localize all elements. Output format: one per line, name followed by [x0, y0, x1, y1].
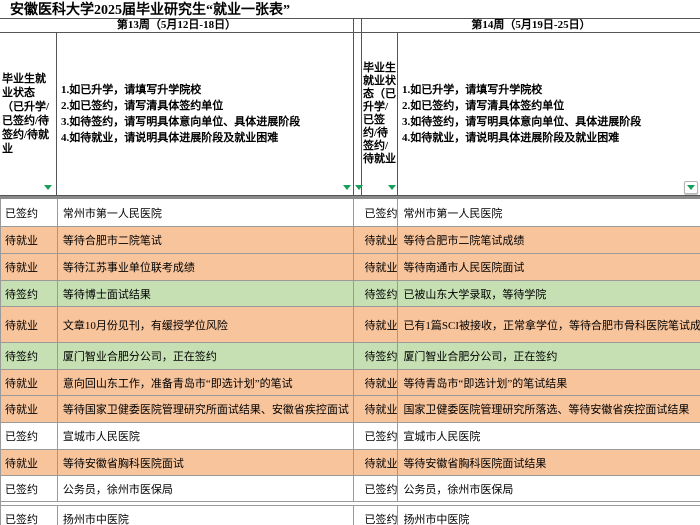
detail-cell-left[interactable]: 公务员，徐州市医保局 [58, 476, 355, 501]
week-header-right[interactable]: 第14周（5月19日-25日） [362, 19, 700, 32]
table-row: 已签约宣城市人民医院已签约宣城市人民医院 [1, 423, 700, 450]
table-row: 待签约等待博士面试结果待签约已被山东大学录取，等待学院 [1, 281, 700, 307]
status-cell-right[interactable]: 已签约 [354, 423, 398, 449]
status-column-header-right[interactable]: 毕业生就业状态（已升学/已签约/待签约/待就业 [362, 33, 398, 195]
detail-cell-right[interactable]: 等待青岛市“即选计划”的笔试结果 [398, 370, 700, 395]
status-cell-right[interactable]: 待就业 [354, 450, 398, 475]
detail-cell-right[interactable]: 等待合肥市二院笔试成绩 [398, 227, 700, 253]
page-title: 安徽医科大学2025届毕业研究生“就业一张表” [0, 0, 290, 19]
detail-cell-left[interactable]: 等待博士面试结果 [58, 281, 355, 306]
table-row: 待就业等待江苏事业单位联考成绩待就业等待南通市人民医院面试 [1, 254, 700, 281]
status-cell-left[interactable]: 已签约 [1, 476, 58, 501]
filter-dropdown-icon [687, 185, 695, 190]
detail-cell-right[interactable]: 扬州市中医院 [398, 506, 700, 525]
detail-cell-left[interactable]: 宣城市人民医院 [58, 423, 355, 449]
status-cell-left[interactable]: 待就业 [1, 307, 58, 342]
detail-cell-left[interactable]: 文章10月份见刊，有缓授学位风险 [58, 307, 355, 342]
detail-cell-left[interactable]: 意向回山东工作，准备青岛市“即选计划”的笔试 [58, 370, 355, 395]
detail-cell-right[interactable]: 国家卫健委医院管理研究所落选、等待安徽省疾控面试结果 [398, 396, 700, 422]
week-spacer-cell [354, 19, 362, 32]
table-row: 待就业意向回山东工作，准备青岛市“即选计划”的笔试待就业等待青岛市“即选计划”的… [1, 370, 700, 396]
status-cell-left[interactable]: 待就业 [1, 396, 58, 422]
filter-dropdown-icon[interactable] [388, 185, 396, 190]
status-cell-right[interactable]: 待就业 [354, 370, 398, 395]
detail-cell-left[interactable]: 等待合肥市二院笔试 [58, 227, 355, 253]
status-cell-left[interactable]: 已签约 [1, 423, 58, 449]
week-header-left[interactable]: 第13周（5月12日-18日） [0, 19, 354, 32]
detail-cell-right[interactable]: 等待南通市人民医院面试 [398, 254, 700, 280]
instructions-cell-right[interactable]: 1.如已升学，请填写升学院校 2.如已签约，请写清具体签约单位 3.如待签约，请… [398, 33, 700, 195]
spreadsheet: 安徽医科大学2025届毕业研究生“就业一张表” 第13周（5月12日-18日） … [0, 0, 700, 525]
filter-dropdown-button[interactable] [684, 181, 698, 194]
status-cell-right[interactable]: 已签约 [354, 506, 398, 525]
column-header-band: 毕业生就业状态（已升学/已签约/待签约/待就业 1.如已升学，请填写升学院校 2… [0, 33, 700, 196]
status-cell-left[interactable]: 待就业 [1, 450, 58, 475]
status-cell-right[interactable]: 已签约 [354, 199, 398, 226]
detail-cell-right[interactable]: 宣城市人民医院 [398, 423, 700, 449]
filter-dropdown-icon[interactable] [44, 185, 52, 190]
status-cell-right[interactable]: 待签约 [354, 343, 398, 369]
status-cell-right[interactable]: 待签约 [354, 281, 398, 306]
status-cell-left[interactable]: 待就业 [1, 254, 58, 280]
table-row: 已签约扬州市中医院已签约扬州市中医院 [1, 506, 700, 525]
table-row: 待就业等待安徽省胸科医院面试待就业等待安徽省胸科医院面试结果 [1, 450, 700, 476]
status-cell-right[interactable]: 待就业 [354, 396, 398, 422]
table-row: 已签约公务员，徐州市医保局已签约公务员，徐州市医保局 [1, 476, 700, 502]
status-cell-left[interactable]: 待签约 [1, 281, 58, 306]
status-cell-left[interactable]: 已签约 [1, 199, 58, 226]
status-cell-right[interactable]: 待就业 [354, 254, 398, 280]
status-cell-right[interactable]: 已签约 [354, 476, 398, 501]
status-cell-left[interactable]: 待就业 [1, 227, 58, 253]
data-grid: 已签约常州市第一人民医院已签约常州市第一人民医院待就业等待合肥市二院笔试待就业等… [0, 199, 700, 525]
detail-cell-left[interactable]: 等待江苏事业单位联考成绩 [58, 254, 355, 280]
status-cell-left[interactable]: 待签约 [1, 343, 58, 369]
status-cell-right[interactable]: 待就业 [354, 227, 398, 253]
status-column-header-left[interactable]: 毕业生就业状态（已升学/已签约/待签约/待就业 [0, 33, 57, 195]
detail-cell-right[interactable]: 已被山东大学录取，等待学院 [398, 281, 700, 306]
filter-dropdown-icon[interactable] [343, 185, 351, 190]
detail-cell-left[interactable]: 厦门智业合肥分公司，正在签约 [58, 343, 355, 369]
table-row: 待就业文章10月份见刊，有缓授学位风险待就业已有1篇SCI被接收，正常拿学位，等… [1, 307, 700, 343]
table-row: 已签约常州市第一人民医院已签约常州市第一人民医院 [1, 199, 700, 227]
status-cell-left[interactable]: 已签约 [1, 506, 58, 525]
status-cell-left[interactable]: 待就业 [1, 370, 58, 395]
status-cell-right[interactable]: 待就业 [354, 307, 398, 342]
filter-dropdown-icon[interactable] [355, 185, 363, 190]
detail-cell-right[interactable]: 厦门智业合肥分公司，正在签约 [398, 343, 700, 369]
detail-cell-right[interactable]: 常州市第一人民医院 [398, 199, 700, 226]
table-row: 待签约厦门智业合肥分公司，正在签约待签约厦门智业合肥分公司，正在签约 [1, 343, 700, 370]
week-header-row: 第13周（5月12日-18日） 第14周（5月19日-25日） [0, 19, 700, 33]
table-row: 待就业等待合肥市二院笔试待就业等待合肥市二院笔试成绩 [1, 227, 700, 254]
detail-cell-right[interactable]: 已有1篇SCI被接收，正常拿学位，等待合肥市骨科医院笔试成绩 [398, 307, 700, 342]
table-row: 待就业等待国家卫健委医院管理研究所面试结果、安徽省疾控面试待就业国家卫健委医院管… [1, 396, 700, 423]
detail-cell-left[interactable]: 常州市第一人民医院 [58, 199, 355, 226]
detail-cell-right[interactable]: 公务员，徐州市医保局 [398, 476, 700, 501]
detail-cell-left[interactable]: 等待国家卫健委医院管理研究所面试结果、安徽省疾控面试 [58, 396, 355, 422]
title-row: 安徽医科大学2025届毕业研究生“就业一张表” [0, 0, 700, 19]
instructions-cell-left[interactable]: 1.如已升学，请填写升学院校 2.如已签约，请写清具体签约单位 3.如待签约，请… [57, 33, 354, 195]
detail-cell-right[interactable]: 等待安徽省胸科医院面试结果 [398, 450, 700, 475]
spacer-column-cell [354, 33, 362, 195]
detail-cell-left[interactable]: 扬州市中医院 [58, 506, 355, 525]
detail-cell-left[interactable]: 等待安徽省胸科医院面试 [58, 450, 355, 475]
